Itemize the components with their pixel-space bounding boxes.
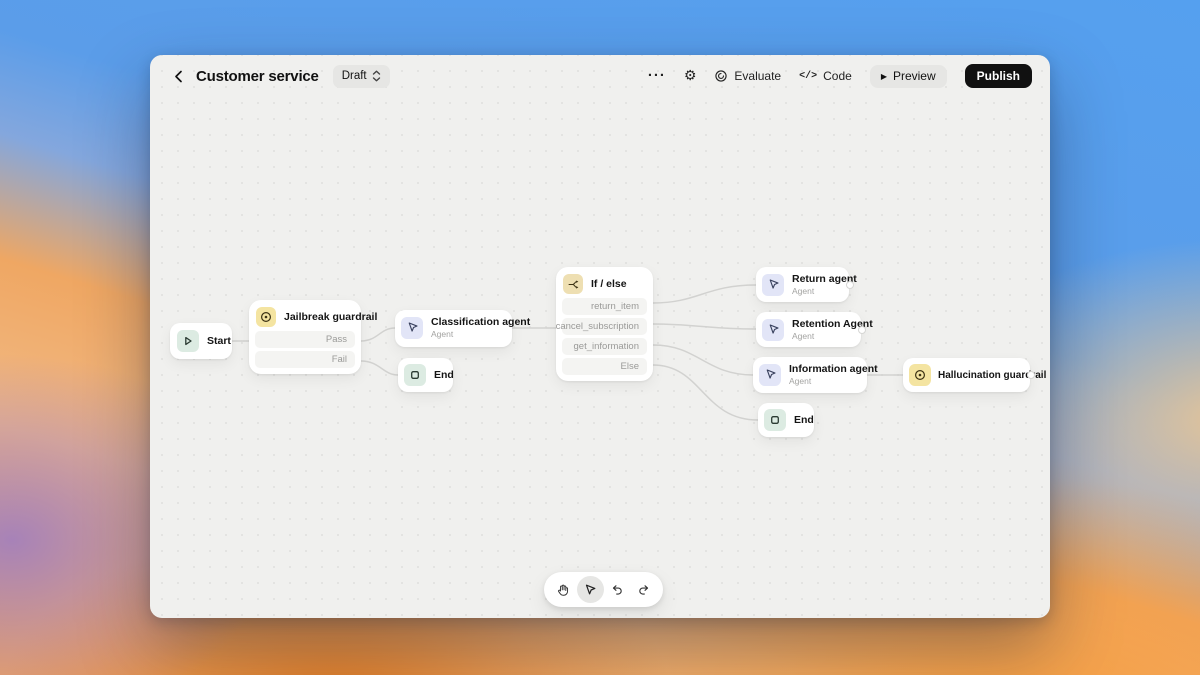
node-if-else[interactable]: If / else return_item cancel_subscriptio… [556, 267, 653, 381]
node-return-agent[interactable]: Return agent Agent [756, 267, 849, 302]
stop-square-icon [404, 364, 426, 386]
branch-row-pass[interactable]: Pass [255, 331, 355, 348]
guardrail-icon [909, 364, 931, 386]
branch-row-get-information[interactable]: get_information [562, 338, 647, 355]
node-end-1[interactable]: End [398, 358, 453, 392]
evaluate-button[interactable]: Evaluate [714, 69, 781, 83]
agent-cursor-icon [762, 319, 784, 341]
draft-status-label: Draft [342, 70, 367, 82]
branch-row-else[interactable]: Else [562, 358, 647, 375]
node-title: Jailbreak guardrail [284, 311, 377, 323]
header-actions: ··· ⚙ Evaluate </> Code ▶ Preview Publis… [648, 64, 1032, 88]
canvas-toolbar [544, 572, 663, 607]
output-port[interactable] [1027, 371, 1035, 379]
branch-row-return-item[interactable]: return_item [562, 298, 647, 315]
edge-getinfo-information [653, 345, 753, 375]
pan-hand-tool[interactable] [550, 576, 577, 603]
edge-returnitem-returnagent [653, 285, 756, 303]
node-information-agent[interactable]: Information agent Agent [753, 357, 867, 393]
more-options-button[interactable]: ··· [648, 71, 666, 81]
redo-button[interactable] [630, 576, 657, 603]
back-button[interactable] [168, 66, 188, 86]
stop-square-icon [764, 409, 786, 431]
play-outline-icon [177, 330, 199, 352]
node-subtitle: Agent [431, 329, 530, 339]
node-retention-agent[interactable]: Retention Agent Agent [756, 312, 861, 347]
chevron-left-icon [173, 70, 184, 83]
settings-gear-icon[interactable]: ⚙ [684, 69, 697, 83]
chevron-updown-icon [372, 70, 381, 82]
draft-status-dropdown[interactable]: Draft [333, 65, 390, 88]
window-header: Customer service Draft ··· ⚙ Evaluate </… [150, 55, 1050, 97]
node-end-2[interactable]: End [758, 403, 814, 437]
publish-button[interactable]: Publish [965, 64, 1032, 88]
page-title: Customer service [196, 68, 319, 85]
branch-label: Else [621, 361, 639, 372]
edge-fail-end [361, 361, 398, 375]
code-button[interactable]: </> Code [799, 69, 852, 83]
undo-button[interactable] [604, 576, 631, 603]
edge-cancel-retention [653, 324, 756, 329]
code-icon: </> [799, 71, 817, 82]
node-title: Information agent [789, 363, 878, 375]
output-port[interactable] [846, 281, 854, 289]
evaluate-label: Evaluate [734, 69, 781, 83]
output-port[interactable] [858, 326, 866, 334]
node-title: Start [207, 335, 231, 347]
branch-label: Fail [332, 354, 347, 365]
node-title: If / else [591, 278, 627, 290]
branch-label: return_item [591, 301, 639, 312]
branch-row-cancel-subscription[interactable]: cancel_subscription [562, 318, 647, 335]
select-cursor-tool[interactable] [577, 576, 604, 603]
branch-row-fail[interactable]: Fail [255, 351, 355, 368]
guardrail-icon [256, 307, 276, 327]
preview-label: Preview [893, 69, 936, 83]
split-branch-icon [563, 274, 583, 294]
node-subtitle: Agent [789, 376, 878, 386]
edge-else-end [653, 365, 758, 420]
play-icon: ▶ [881, 72, 887, 81]
preview-button[interactable]: ▶ Preview [870, 65, 947, 88]
node-hallucination-guardrail[interactable]: Hallucination guardrail [903, 358, 1030, 392]
edge-pass-classification [361, 328, 395, 341]
node-start[interactable]: Start [170, 323, 232, 359]
node-jailbreak-guardrail[interactable]: Jailbreak guardrail Pass Fail [249, 300, 361, 374]
agent-cursor-icon [762, 274, 784, 296]
branch-label: Pass [326, 334, 347, 345]
branch-label: cancel_subscription [556, 321, 639, 332]
node-title: End [794, 414, 814, 426]
agent-cursor-icon [401, 317, 423, 339]
node-title: Classification agent [431, 316, 530, 328]
evaluate-icon [714, 69, 728, 83]
node-title: End [434, 369, 454, 381]
node-classification-agent[interactable]: Classification agent Agent [395, 310, 512, 347]
agent-builder-window: Customer service Draft ··· ⚙ Evaluate </… [150, 55, 1050, 618]
code-label: Code [823, 69, 852, 83]
agent-cursor-icon [759, 364, 781, 386]
branch-label: get_information [574, 341, 639, 352]
